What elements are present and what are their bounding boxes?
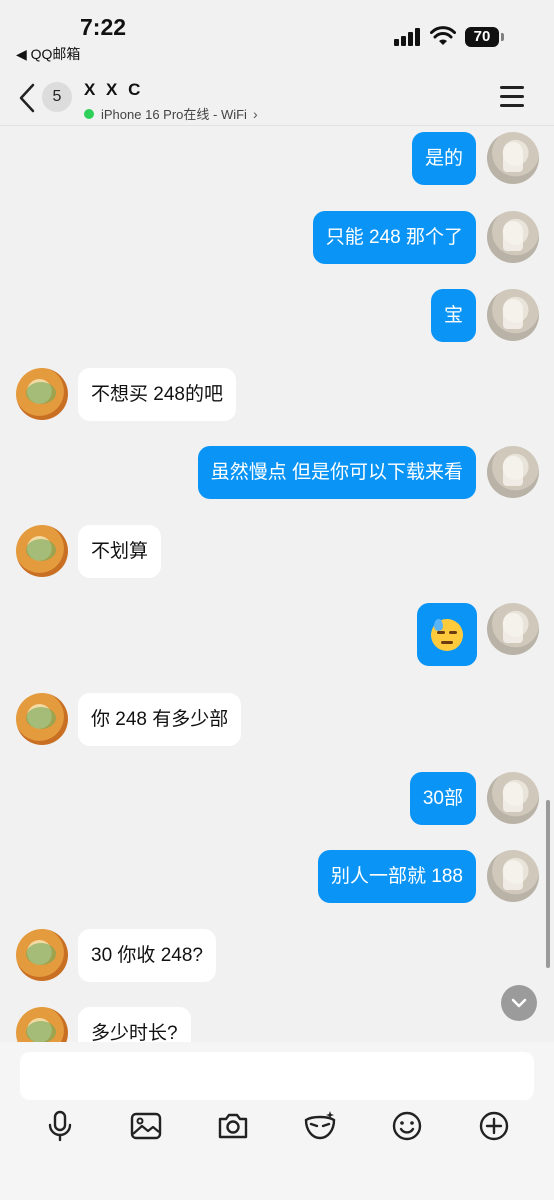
my-avatar[interactable] [487,446,539,498]
microphone-icon[interactable] [42,1108,78,1144]
message-bubble[interactable]: 别人一部就 188 [318,850,476,903]
my-avatar[interactable] [487,211,539,263]
image-icon[interactable] [128,1108,164,1144]
menu-icon[interactable] [500,86,526,108]
message-list[interactable]: 是的 只能 248 那个了 宝 不想买 248的吧 虽然慢点 但是你可以下载来看… [0,126,554,1042]
scroll-to-bottom-button[interactable] [501,985,537,1021]
status-time: 7:22 [80,14,127,40]
mask-icon[interactable] [302,1108,338,1144]
chevron-down-icon [511,998,527,1008]
emoji-icon[interactable] [389,1108,425,1144]
back-chevron-icon[interactable] [14,80,40,116]
status-bar: 7:22 ◀ QQ邮箱 70 [0,0,554,68]
wifi-icon [430,26,456,45]
message-bubble[interactable]: 不划算 [78,525,162,578]
contact-name[interactable]: X X C [84,80,143,100]
input-area [0,1042,554,1200]
chat-header: 5 X X C iPhone 16 Pro在线 - WiFi › [0,70,554,126]
contact-avatar[interactable] [16,929,68,981]
message-bubble[interactable]: 只能 248 那个了 [312,211,476,264]
contact-avatar[interactable] [16,1007,68,1042]
contact-avatar[interactable] [16,693,68,745]
back-to-app-link[interactable]: ◀ QQ邮箱 [16,44,80,64]
my-avatar[interactable] [487,603,539,655]
scrollbar[interactable] [546,800,550,968]
chevron-right-icon: › [252,105,258,122]
cellular-signal-icon [394,28,422,46]
message-bubble[interactable]: 30部 [409,772,476,825]
my-avatar[interactable] [487,289,539,341]
battery-icon: 70 [465,27,499,47]
my-avatar[interactable] [487,132,539,184]
emoji-message-bubble[interactable] [417,603,477,666]
downcast-sweat-face-icon [431,619,463,651]
my-avatar[interactable] [487,772,539,824]
contact-avatar[interactable] [16,368,68,420]
message-bubble[interactable]: 是的 [411,132,476,185]
message-input[interactable] [20,1052,534,1100]
unread-count-badge[interactable]: 5 [42,82,72,112]
online-dot-icon [84,108,94,119]
message-bubble[interactable]: 30 你收 248? [78,929,216,982]
plus-icon[interactable] [476,1108,512,1144]
camera-icon[interactable] [215,1108,251,1144]
message-bubble[interactable]: 不想买 248的吧 [78,368,236,421]
online-status-text: iPhone 16 Pro在线 - WiFi [101,107,247,122]
message-bubble[interactable]: 虽然慢点 但是你可以下载来看 [197,446,476,499]
contact-avatar[interactable] [16,525,68,577]
online-status[interactable]: iPhone 16 Pro在线 - WiFi › [84,104,258,123]
message-bubble[interactable]: 宝 [430,289,476,342]
battery-tip [501,33,504,41]
message-bubble[interactable]: 你 248 有多少部 [78,693,242,746]
message-bubble[interactable]: 多少时长? [78,1007,191,1042]
my-avatar[interactable] [487,850,539,902]
